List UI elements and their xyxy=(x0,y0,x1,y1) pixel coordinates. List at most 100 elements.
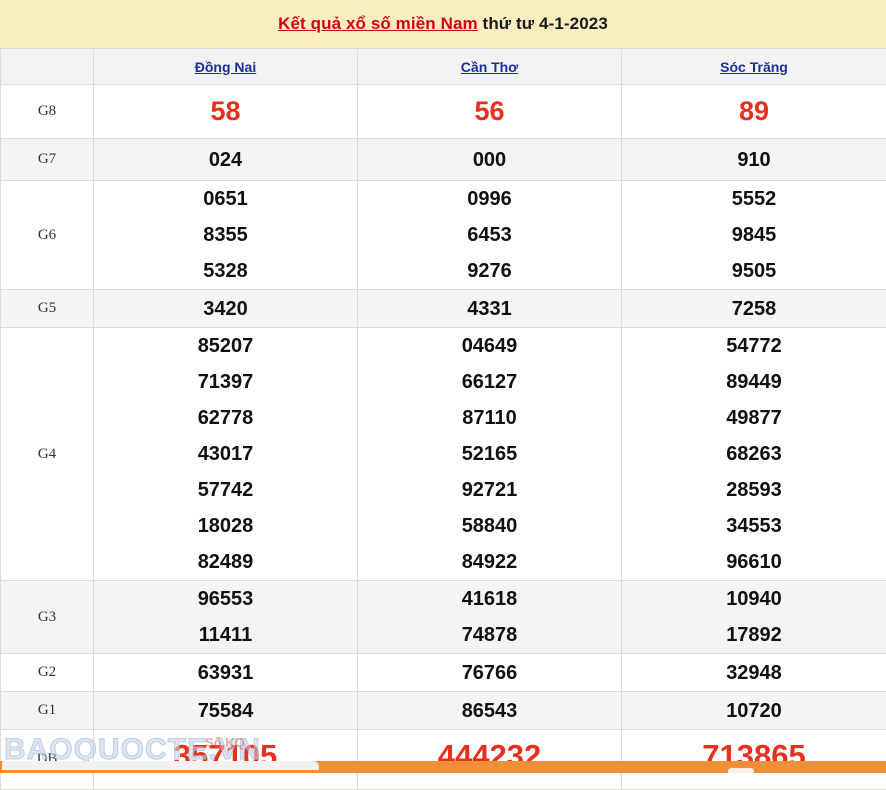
prize-cell-g4-col1: 04649661278711052165927215884084922 xyxy=(358,328,622,581)
lottery-number: 28593 xyxy=(622,472,886,508)
bottom-bar-chip xyxy=(2,761,319,770)
column-header-province-2[interactable]: Sóc Trăng xyxy=(622,49,886,85)
prize-label-g6: G6 xyxy=(1,181,94,290)
lottery-number: 58840 xyxy=(358,508,621,544)
lottery-number: 89 xyxy=(622,95,886,127)
prize-label-g1: G1 xyxy=(1,692,94,730)
prize-cell-g8-col0: 58 xyxy=(94,85,358,139)
lottery-number: 10940 xyxy=(622,581,886,617)
page-title-banner: Kết quả xổ số miền Nam thứ tư 4-1-2023 xyxy=(0,0,886,48)
prize-cell-db-col0: 357105 xyxy=(94,730,358,790)
lottery-number: 18028 xyxy=(94,508,357,544)
lottery-results-page: Kết quả xổ số miền Nam thứ tư 4-1-2023 Đ… xyxy=(0,0,886,773)
table-row: G1755848654310720 xyxy=(1,692,886,730)
lottery-number: 6453 xyxy=(358,217,621,253)
prize-cell-g5-col2: 7258 xyxy=(622,290,886,328)
lottery-number: 75584 xyxy=(94,693,357,729)
lottery-results-table: Đồng Nai Cần Thơ Sóc Trăng G8585689G7024… xyxy=(0,48,886,790)
lottery-number: 68263 xyxy=(622,436,886,472)
lottery-number: 87110 xyxy=(358,400,621,436)
lottery-number: 43017 xyxy=(94,436,357,472)
page-title-link[interactable]: Kết quả xổ số miền Nam xyxy=(278,14,478,33)
table-row: G485207713976277843017577421802882489046… xyxy=(1,328,886,581)
lottery-number: 9505 xyxy=(622,253,886,289)
table-row: G3965531141141618748781094017892 xyxy=(1,581,886,654)
lottery-number: 10720 xyxy=(622,693,886,729)
lottery-number: 0996 xyxy=(358,181,621,217)
lottery-number: 66127 xyxy=(358,364,621,400)
prize-cell-g8-col1: 56 xyxy=(358,85,622,139)
lottery-number: 5552 xyxy=(622,181,886,217)
prize-label-g3: G3 xyxy=(1,581,94,654)
lottery-number: 92721 xyxy=(358,472,621,508)
lottery-number: 96553 xyxy=(94,581,357,617)
province-link-can-tho[interactable]: Cần Thơ xyxy=(461,59,518,75)
lottery-number: 85207 xyxy=(94,328,357,364)
lottery-number: 71397 xyxy=(94,364,357,400)
lottery-number: 8355 xyxy=(94,217,357,253)
lottery-number: 49877 xyxy=(622,400,886,436)
lottery-number: 63931 xyxy=(94,655,357,691)
lottery-number: 84922 xyxy=(358,544,621,580)
prize-cell-g2-col0: 63931 xyxy=(94,654,358,692)
prize-cell-g1-col1: 86543 xyxy=(358,692,622,730)
table-row: G6065183555328099664539276555298459505 xyxy=(1,181,886,290)
lottery-number: 9845 xyxy=(622,217,886,253)
prize-cell-g6-col1: 099664539276 xyxy=(358,181,622,290)
province-link-soc-trang[interactable]: Sóc Trăng xyxy=(720,59,788,75)
lottery-number: 3420 xyxy=(94,291,357,327)
column-header-province-0[interactable]: Đồng Nai xyxy=(94,49,358,85)
lottery-number: 54772 xyxy=(622,328,886,364)
table-row: DB357105444232713865 xyxy=(1,730,886,790)
column-header-province-1[interactable]: Cần Thơ xyxy=(358,49,622,85)
province-link-dong-nai[interactable]: Đồng Nai xyxy=(195,59,256,75)
lottery-number: 11411 xyxy=(94,617,357,653)
prize-cell-g8-col2: 89 xyxy=(622,85,886,139)
bottom-accent-bar xyxy=(0,761,886,773)
prize-cell-g5-col1: 4331 xyxy=(358,290,622,328)
lottery-number: 89449 xyxy=(622,364,886,400)
lottery-number: 62778 xyxy=(94,400,357,436)
table-header-row: Đồng Nai Cần Thơ Sóc Trăng xyxy=(1,49,886,85)
prize-cell-g2-col2: 32948 xyxy=(622,654,886,692)
prize-cell-g7-col2: 910 xyxy=(622,139,886,181)
lottery-number: 910 xyxy=(622,142,886,178)
lottery-number: 17892 xyxy=(622,617,886,653)
prize-label-g5: G5 xyxy=(1,290,94,328)
prize-cell-g5-col0: 3420 xyxy=(94,290,358,328)
lottery-number: 96610 xyxy=(622,544,886,580)
prize-cell-g2-col1: 76766 xyxy=(358,654,622,692)
lottery-number: 4331 xyxy=(358,291,621,327)
prize-cell-g3-col1: 4161874878 xyxy=(358,581,622,654)
lottery-number: 56 xyxy=(358,95,621,127)
prize-label-g2: G2 xyxy=(1,654,94,692)
table-row: G7024000910 xyxy=(1,139,886,181)
prize-label-db: DB xyxy=(1,730,94,790)
page-title: Kết quả xổ số miền Nam thứ tư 4-1-2023 xyxy=(278,14,608,34)
lottery-number: 32948 xyxy=(622,655,886,691)
lottery-number: 86543 xyxy=(358,693,621,729)
prize-label-g7: G7 xyxy=(1,139,94,181)
prize-cell-g3-col0: 9655311411 xyxy=(94,581,358,654)
prize-cell-g7-col0: 024 xyxy=(94,139,358,181)
prize-cell-g6-col2: 555298459505 xyxy=(622,181,886,290)
table-row: G8585689 xyxy=(1,85,886,139)
prize-cell-g3-col2: 1094017892 xyxy=(622,581,886,654)
prize-cell-g4-col2: 54772894494987768263285933455396610 xyxy=(622,328,886,581)
table-body: G8585689G7024000910G60651835553280996645… xyxy=(1,85,886,790)
lottery-number: 74878 xyxy=(358,617,621,653)
prize-cell-g7-col1: 000 xyxy=(358,139,622,181)
table-corner-cell xyxy=(1,49,94,85)
prize-cell-g1-col2: 10720 xyxy=(622,692,886,730)
lottery-number: 7258 xyxy=(622,291,886,327)
prize-label-g8: G8 xyxy=(1,85,94,139)
lottery-number: 41618 xyxy=(358,581,621,617)
lottery-number: 52165 xyxy=(358,436,621,472)
lottery-number: 82489 xyxy=(94,544,357,580)
prize-cell-g6-col0: 065183555328 xyxy=(94,181,358,290)
prize-cell-g1-col0: 75584 xyxy=(94,692,358,730)
lottery-number: 000 xyxy=(358,142,621,178)
page-title-date: thứ tư 4-1-2023 xyxy=(478,14,608,33)
lottery-number: 024 xyxy=(94,142,357,178)
lottery-number: 0651 xyxy=(94,181,357,217)
